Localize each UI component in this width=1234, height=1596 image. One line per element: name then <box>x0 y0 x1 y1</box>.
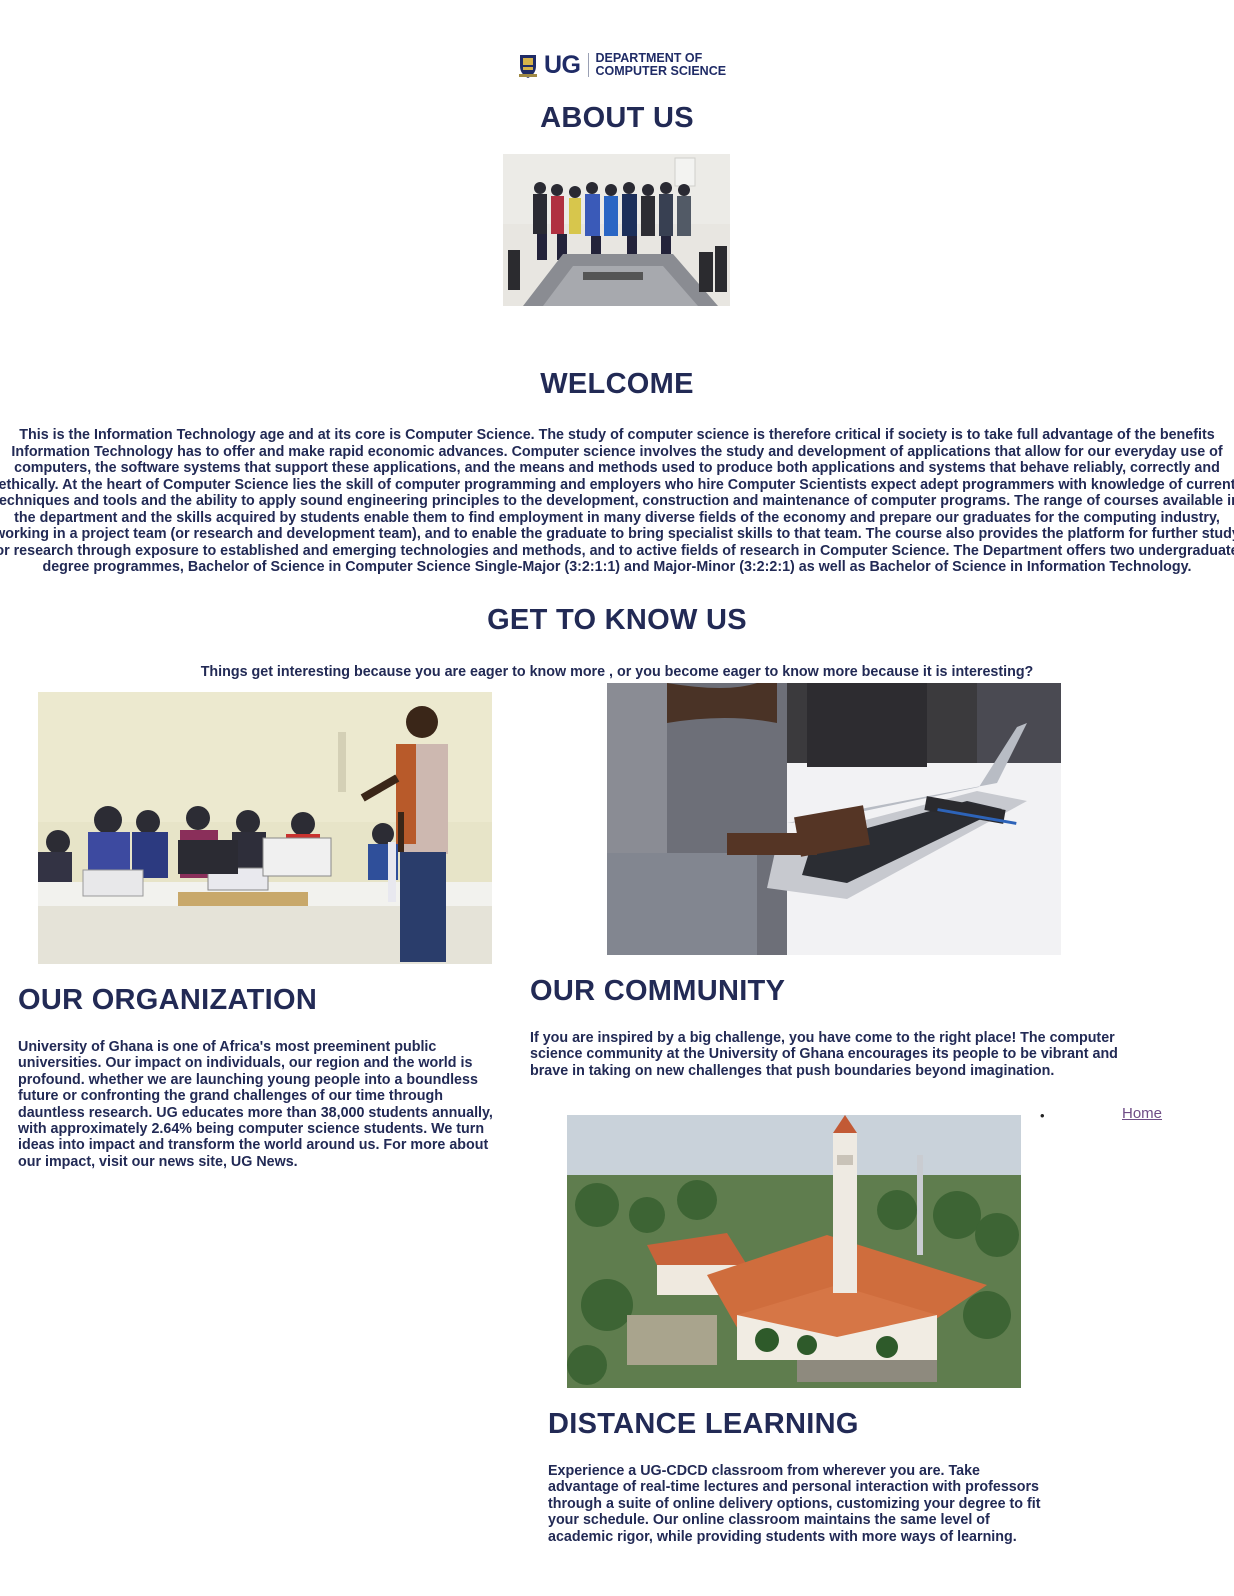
our-organization-heading: OUR ORGANIZATION <box>18 984 318 1016</box>
nav-list-bullet: • <box>1040 1108 1045 1123</box>
classroom-lecture-photo <box>38 692 492 964</box>
student-laptop-photo <box>607 683 1061 955</box>
logo-abbreviation: UG <box>544 50 581 79</box>
our-organization-paragraph: University of Ghana is one of Africa's m… <box>18 1039 493 1170</box>
our-community-heading: OUR COMMUNITY <box>530 975 786 1007</box>
welcome-heading: WELCOME <box>540 368 694 400</box>
welcome-paragraph: This is the Information Technology age a… <box>0 427 1234 575</box>
get-to-know-us-tagline: Things get interesting because you are e… <box>200 664 1034 680</box>
distance-learning-paragraph: Experience a UG-CDCD classroom from wher… <box>548 1463 1041 1545</box>
logo-line-2: COMPUTER SCIENCE <box>595 64 727 78</box>
logo-divider <box>587 53 589 77</box>
about-us-heading: ABOUT US <box>540 102 694 134</box>
department-logo: UG DEPARTMENT OF COMPUTER SCIENCE <box>518 50 728 80</box>
nav-home-link[interactable]: Home <box>1122 1105 1162 1122</box>
group-photo <box>503 154 730 306</box>
distance-learning-heading: DISTANCE LEARNING <box>548 1408 859 1440</box>
get-to-know-us-heading: GET TO KNOW US <box>487 604 747 636</box>
our-community-paragraph: If you are inspired by a big challenge, … <box>530 1030 1118 1079</box>
campus-aerial-photo <box>567 1115 1021 1388</box>
university-crest-icon <box>519 54 537 78</box>
logo-department-name: DEPARTMENT OF COMPUTER SCIENCE <box>596 52 727 78</box>
